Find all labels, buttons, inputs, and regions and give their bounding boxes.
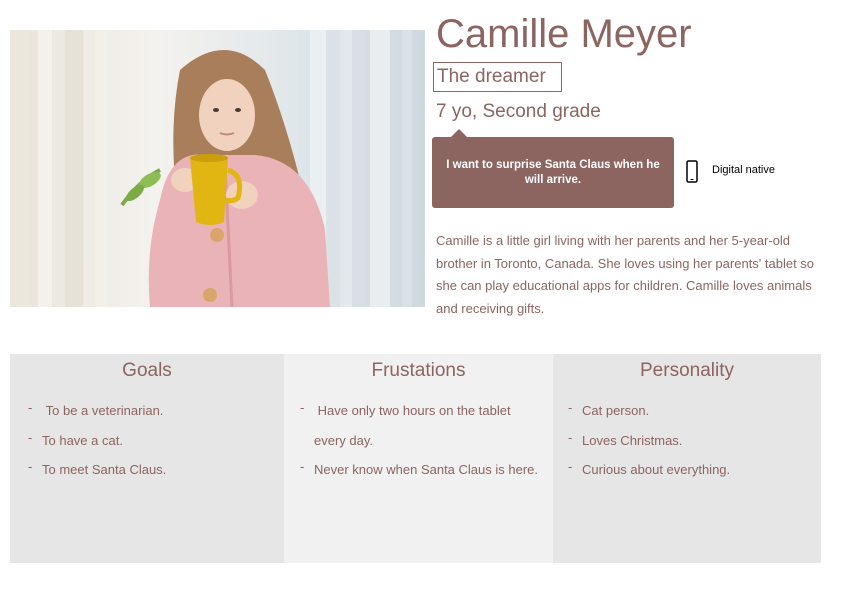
list-item: - To have a cat. [28, 429, 123, 448]
personality-panel: Personality - Cat person. - Loves Christma… [553, 354, 821, 563]
persona-name: Camille Meyer [436, 12, 692, 56]
quote-bubble: I want to surprise Santa Claus when he w… [432, 129, 674, 208]
frustrations-title: Frustations [371, 360, 466, 381]
list-item: - Curious about everything. [568, 459, 731, 477]
list-item: - Cat person. [568, 400, 650, 418]
frustrations-panel: Frustations - Have only two hours on the… [284, 354, 553, 563]
list-item: - Have only two hours on the tablet ever… [300, 400, 511, 448]
persona-photo [10, 30, 425, 307]
personality-list: - Cat person. - Loves Christmas. - Curious … [568, 396, 811, 485]
frustrations-list: - Have only two hours on the tablet ever… [300, 396, 543, 485]
quote-text: I want to surprise Santa Claus when he w… [446, 158, 660, 186]
goals-title: Goals [122, 360, 172, 381]
list-item: - Loves Christmas. [568, 429, 683, 448]
personality-title: Personality [640, 360, 734, 381]
list-item: - Never know when Santa Claus is here. [300, 459, 539, 477]
goals-panel: Goals - To be a veterinarian. - To have a… [10, 354, 284, 563]
smartphone-icon [686, 160, 698, 183]
persona-age-grade: 7 yo, Second grade [436, 101, 601, 122]
persona-bio: Camille is a little girl living with her… [436, 233, 815, 316]
goals-list: - To be a veterinarian. - To have a cat. … [28, 396, 274, 485]
list-item: - To meet Santa Claus. [28, 459, 167, 477]
list-item: - To be a veterinarian. [28, 400, 164, 418]
device-label: Digital native [712, 164, 775, 176]
persona-tagline: The dreamer [433, 62, 562, 92]
